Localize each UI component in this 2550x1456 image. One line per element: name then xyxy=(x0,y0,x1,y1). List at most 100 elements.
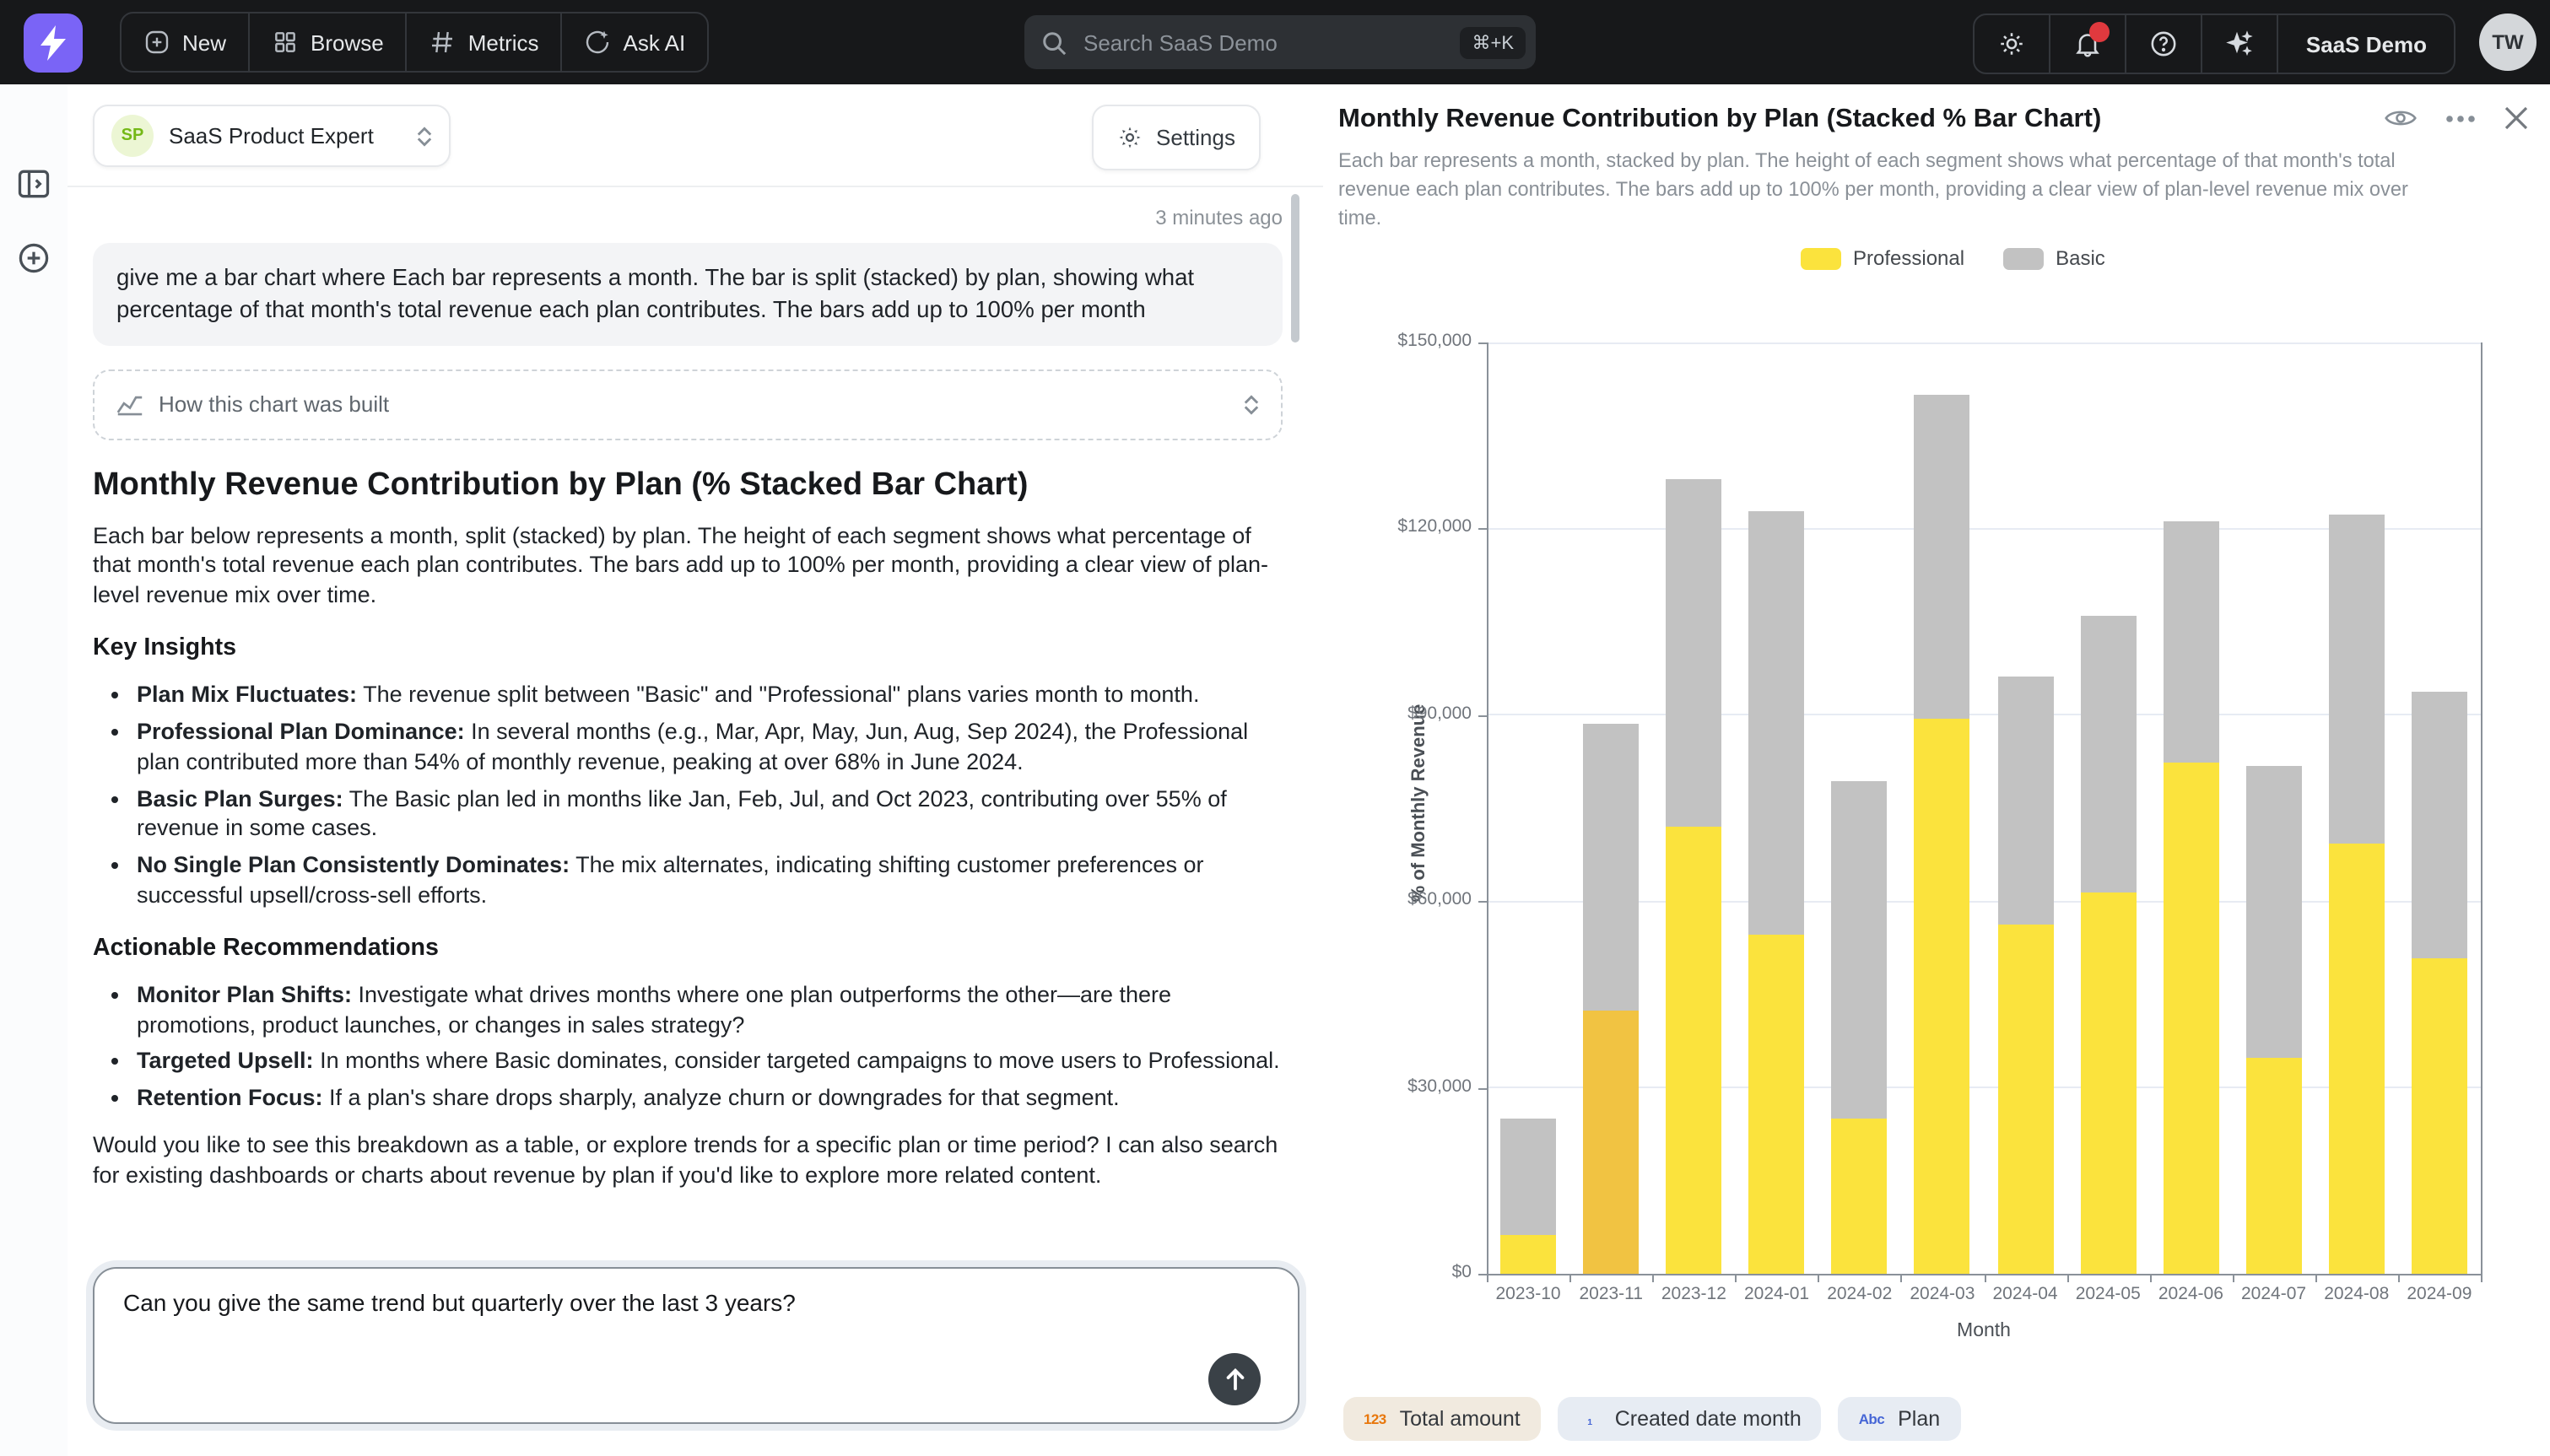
bar-segment-basic-2023-10[interactable] xyxy=(1500,1119,1556,1235)
collapse-panel-icon[interactable] xyxy=(15,165,52,202)
nav-item-metrics[interactable]: Metrics xyxy=(408,13,563,71)
bar-segment-professional-2024-08[interactable] xyxy=(2329,844,2385,1274)
agent-avatar: SP xyxy=(111,115,154,157)
bell-icon[interactable] xyxy=(2051,15,2127,73)
chevron-updown-icon xyxy=(417,126,432,146)
chat-scrollbar[interactable] xyxy=(1291,194,1299,342)
bar-segment-basic-2023-12[interactable] xyxy=(1666,479,1721,827)
x-tick xyxy=(1984,1274,1985,1282)
app-logo[interactable] xyxy=(24,13,83,72)
x-tick xyxy=(1569,1274,1571,1282)
agent-selector[interactable]: SP SaaS Product Expert xyxy=(93,105,451,167)
bar-segment-professional-2024-03[interactable] xyxy=(1915,720,1970,1274)
left-rail xyxy=(0,84,69,1456)
send-button[interactable] xyxy=(1208,1353,1261,1405)
y-tick xyxy=(1478,1274,1487,1275)
bullet-item: No Single Plan Consistently Dominates: T… xyxy=(137,850,1283,910)
bar-segment-professional-2024-04[interactable] xyxy=(1997,925,2053,1274)
arrow-up-icon xyxy=(1223,1367,1246,1392)
how-built-toggle[interactable]: How this chart was built xyxy=(93,369,1283,439)
x-tick xyxy=(2481,1274,2482,1282)
bar-segment-basic-2023-11[interactable] xyxy=(1583,725,1639,1011)
bar-segment-professional-2023-11[interactable] xyxy=(1583,1011,1639,1274)
x-tick-label: 2024-09 xyxy=(2389,1284,2490,1304)
ai-response-article: Monthly Revenue Contribution by Plan (% … xyxy=(93,466,1283,1190)
bar-segment-basic-2024-01[interactable] xyxy=(1749,512,1805,934)
chat-panel: SP SaaS Product Expert Settings 3 minute… xyxy=(68,84,1325,1456)
hash-icon xyxy=(430,29,457,56)
chat-input-field[interactable]: Can you give the same trend but quarterl… xyxy=(120,1286,1207,1410)
svg-text:1: 1 xyxy=(1587,1417,1592,1427)
search-input[interactable] xyxy=(1080,28,1460,57)
notification-badge xyxy=(2090,22,2110,42)
how-built-label: How this chart was built xyxy=(159,391,389,417)
chat-icon xyxy=(585,29,612,56)
top-navbar: New BrowseMetrics Ask AI ⌘+K SaaS Demo TW xyxy=(0,0,2550,84)
bar-segment-professional-2024-07[interactable] xyxy=(2246,1057,2302,1274)
plus-circle-icon[interactable] xyxy=(15,240,52,277)
help-icon[interactable] xyxy=(2127,15,2203,73)
bar-segment-professional-2024-02[interactable] xyxy=(1832,1119,1888,1274)
article-intro: Each bar below represents a month, split… xyxy=(93,520,1283,611)
bullet-list: Monitor Plan Shifts: Investigate what dr… xyxy=(93,980,1283,1114)
navbar-right-group: SaaS Demo xyxy=(1974,13,2455,74)
bullet-item: Plan Mix Fluctuates: The revenue split b… xyxy=(137,680,1283,710)
number-type-icon: 123 xyxy=(1364,1410,1386,1427)
x-tick xyxy=(1818,1274,1820,1282)
bar-segment-professional-2024-01[interactable] xyxy=(1749,934,1805,1274)
bar-segment-basic-2024-05[interactable] xyxy=(2080,616,2136,892)
nav-item-label: New xyxy=(182,30,226,55)
bar-segment-basic-2024-07[interactable] xyxy=(2246,766,2302,1057)
workspace-button[interactable]: SaaS Demo xyxy=(2279,15,2454,73)
section-heading: Key Insights xyxy=(93,634,1283,661)
bar-segment-professional-2023-10[interactable] xyxy=(1500,1235,1556,1274)
bar-segment-professional-2024-06[interactable] xyxy=(2163,763,2218,1274)
user-avatar[interactable]: TW xyxy=(2479,13,2536,71)
y-tick-label: $60,000 xyxy=(1407,889,1472,909)
field-tags: 123Total amount 1 Created date month AbcPla… xyxy=(1343,1397,1960,1441)
gear-icon xyxy=(1117,125,1143,150)
bullet-item: Professional Plan Dominance: In several … xyxy=(137,717,1283,777)
bullet-item: Retention Focus: If a plan's share drops… xyxy=(137,1083,1283,1114)
sparkles-icon[interactable] xyxy=(2203,15,2279,73)
field-tag-label: Created date month xyxy=(1615,1407,1802,1431)
bullet-item: Monitor Plan Shifts: Investigate what dr… xyxy=(137,980,1283,1040)
gridline xyxy=(1487,342,2481,343)
search-icon xyxy=(1041,30,1067,55)
x-tick xyxy=(2233,1274,2234,1282)
field-tag-plan[interactable]: AbcPlan xyxy=(1839,1397,1960,1441)
x-axis-title: Month xyxy=(1487,1321,2481,1341)
bar-segment-basic-2024-02[interactable] xyxy=(1832,781,1888,1119)
x-tick xyxy=(2149,1274,2151,1282)
bar-segment-basic-2024-06[interactable] xyxy=(2163,521,2218,763)
settings-button[interactable]: Settings xyxy=(1092,105,1261,170)
x-tick xyxy=(2066,1274,2068,1282)
nav-item-new[interactable]: New xyxy=(122,13,250,71)
chevron-updown-icon xyxy=(1244,394,1259,414)
nav-item-browse[interactable]: Browse xyxy=(250,13,408,71)
gear-icon[interactable] xyxy=(1975,15,2051,73)
bar-segment-professional-2024-09[interactable] xyxy=(2412,959,2467,1274)
message-timestamp: 3 minutes ago xyxy=(93,206,1283,229)
nav-item-ask-ai[interactable]: Ask AI xyxy=(563,13,708,71)
bar-segment-basic-2024-04[interactable] xyxy=(1997,677,2053,925)
calendar-icon: 1 xyxy=(1578,1407,1602,1431)
chat-body: 3 minutes ago give me a bar chart where … xyxy=(93,186,1283,1190)
bar-segment-basic-2024-03[interactable] xyxy=(1915,396,1970,720)
nav-item-label: Ask AI xyxy=(624,30,686,55)
y-tick xyxy=(1478,901,1487,903)
y-tick-label: $0 xyxy=(1452,1262,1472,1282)
bullet-list: Plan Mix Fluctuates: The revenue split b… xyxy=(93,680,1283,910)
y-tick-label: $90,000 xyxy=(1407,704,1472,724)
bar-segment-basic-2024-08[interactable] xyxy=(2329,515,2385,844)
bar-segment-basic-2024-09[interactable] xyxy=(2412,692,2467,959)
bar-segment-professional-2023-12[interactable] xyxy=(1666,827,1721,1274)
field-tag-created-date-month[interactable]: 1 Created date month xyxy=(1558,1397,1822,1441)
settings-label: Settings xyxy=(1156,125,1235,150)
field-tag-total-amount[interactable]: 123Total amount xyxy=(1343,1397,1541,1441)
bar-segment-professional-2024-05[interactable] xyxy=(2080,892,2136,1274)
global-search[interactable]: ⌘+K xyxy=(1024,15,1536,69)
y-tick-label: $30,000 xyxy=(1407,1076,1472,1096)
chat-header: SP SaaS Product Expert Settings xyxy=(68,84,1323,187)
plus-square-icon xyxy=(143,29,170,56)
